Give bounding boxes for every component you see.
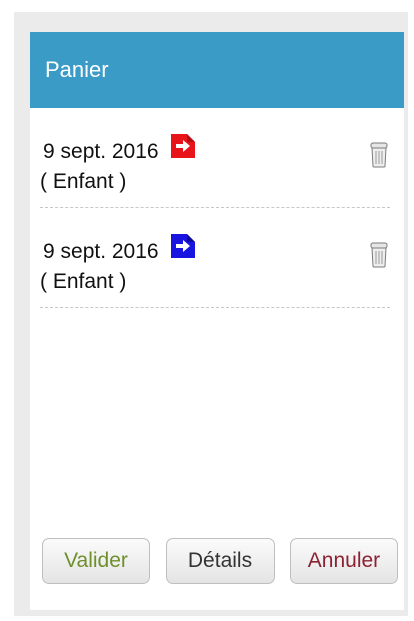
details-button[interactable]: Détails: [165, 538, 275, 584]
cart-item-type: ( Enfant ): [40, 170, 127, 193]
exit-arrow-icon: [170, 134, 195, 158]
cart-item-date: 9 sept. 2016: [43, 140, 159, 163]
cancel-button[interactable]: Annuler: [290, 538, 398, 584]
cart-item-date: 9 sept. 2016: [43, 240, 159, 263]
return-arrow-icon: [170, 234, 195, 258]
validate-button[interactable]: Valider: [42, 538, 150, 584]
cart-item-type: ( Enfant ): [40, 270, 127, 293]
cart-header: Panier: [30, 32, 404, 108]
cart-panel: Panier 9 sept. 2016 ( Enfant ) 9 sept. 2…: [30, 32, 404, 610]
cart-item-date-row: 9 sept. 2016: [43, 234, 197, 264]
cart-item: 9 sept. 2016 ( Enfant ): [40, 208, 390, 308]
cart-item-list: 9 sept. 2016 ( Enfant ) 9 sept. 2016 (E…: [30, 108, 404, 308]
trash-icon[interactable]: [370, 242, 388, 268]
cart-item: 9 sept. 2016 ( Enfant ): [40, 108, 390, 208]
cart-item-date-row: 9 sept. 2016: [43, 134, 197, 164]
cart-widget-frame: Panier 9 sept. 2016 ( Enfant ) 9 sept. 2…: [14, 12, 408, 616]
cart-actions: Valider Détails Annuler: [30, 538, 404, 584]
trash-icon[interactable]: [370, 142, 388, 168]
cart-title: Panier: [45, 57, 109, 82]
